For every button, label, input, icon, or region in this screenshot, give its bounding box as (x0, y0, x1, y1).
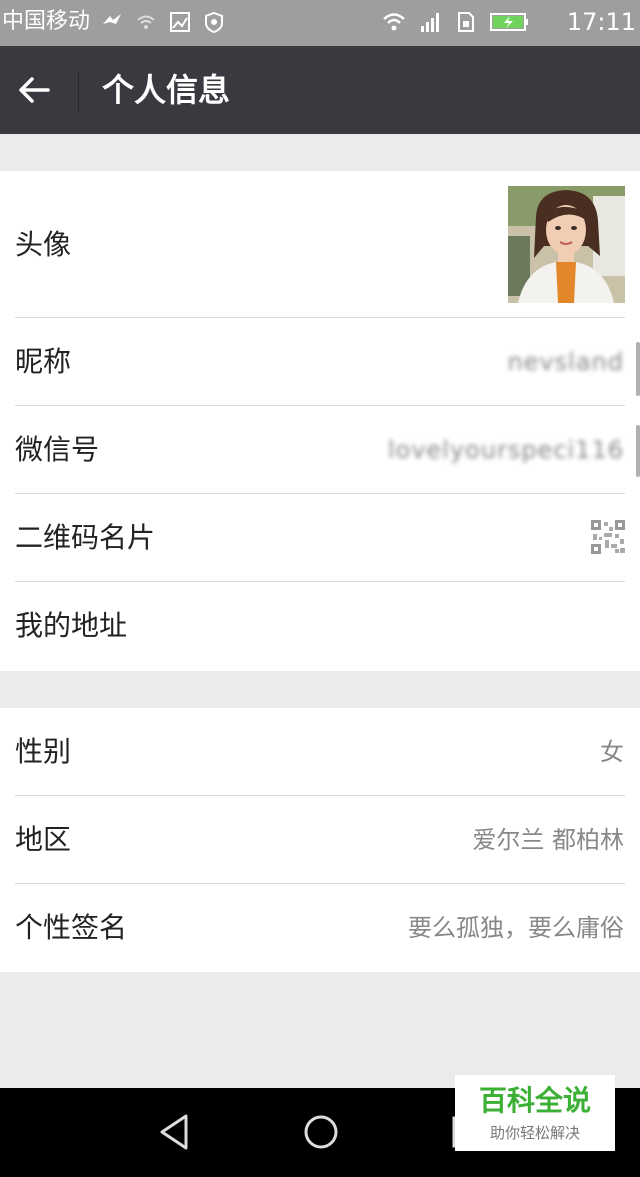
clock: 17:11 (566, 8, 636, 36)
toolbar-divider (78, 70, 79, 112)
nickname-label: 昵称 (15, 345, 72, 378)
qrcode-icon (591, 520, 625, 554)
details-group: 性别 女 地区 爱尔兰 都柏林 个性签名 要么孤独，要么庸俗 (0, 708, 640, 972)
sim-icon (458, 12, 474, 32)
battery-charging-icon (490, 13, 528, 31)
region-row[interactable]: 地区 爱尔兰 都柏林 (0, 796, 640, 884)
wifi-icon (383, 13, 405, 31)
status-icons-left (100, 10, 226, 34)
region-value: 爱尔兰 都柏林 (472, 826, 624, 854)
nickname-row[interactable]: 昵称 nevsland (0, 318, 640, 406)
shield-icon (205, 11, 223, 34)
region-label: 地区 (15, 823, 72, 856)
carrier-name: 中国移动 (2, 9, 91, 34)
image-icon (170, 12, 190, 32)
wechat-id-value: lovelyourspeci116 (387, 436, 624, 464)
wechat-id-row[interactable]: 微信号 lovelyourspeci116 (0, 406, 640, 494)
watermark-brand: 百科全说 (478, 1084, 591, 1117)
wifi-weak-icon (137, 15, 155, 29)
watermark: 百科全说 助你轻松解决 (455, 1075, 615, 1151)
signature-label: 个性签名 (15, 911, 128, 944)
scroll-indicator (636, 425, 640, 477)
qr-card-label: 二维码名片 (15, 521, 156, 554)
arrow-left-icon[interactable] (14, 70, 54, 110)
gender-row[interactable]: 性别 女 (0, 708, 640, 796)
wechat-id-label: 微信号 (15, 433, 100, 466)
avatar[interactable] (508, 186, 625, 303)
gender-value: 女 (600, 738, 624, 766)
status-bar: 中国移动 17:11 (0, 0, 640, 46)
bird-icon (103, 14, 121, 24)
avatar-label: 头像 (15, 228, 72, 261)
avatar-photo (508, 186, 625, 303)
nickname-value: nevsland (507, 348, 624, 376)
back-triangle-icon[interactable] (152, 1110, 196, 1154)
watermark-tagline: 助你轻松解决 (489, 1124, 580, 1142)
top-app-bar: 个人信息 (0, 46, 640, 134)
address-row[interactable]: 我的地址 (0, 582, 640, 670)
avatar-row[interactable]: 头像 (0, 171, 640, 318)
status-icons-right (382, 10, 530, 34)
home-circle-icon[interactable] (299, 1110, 343, 1154)
signal-icon (421, 13, 439, 32)
qr-card-row[interactable]: 二维码名片 (0, 494, 640, 582)
signature-row[interactable]: 个性签名 要么孤独，要么庸俗 (0, 884, 640, 972)
gender-label: 性别 (15, 735, 72, 768)
page-title: 个人信息 (102, 71, 231, 109)
address-label: 我的地址 (15, 609, 128, 642)
scroll-indicator (636, 342, 640, 396)
profile-group: 头像 昵称 nevsland 微信号 lovelyourspeci116 二维码… (0, 171, 640, 671)
signature-value: 要么孤独，要么庸俗 (408, 914, 624, 942)
